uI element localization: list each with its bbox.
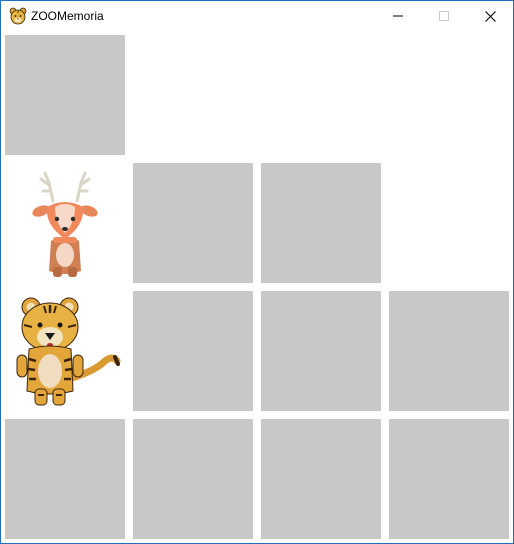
card-hidden[interactable] xyxy=(261,291,381,411)
minimize-button[interactable] xyxy=(375,1,421,31)
card-hidden[interactable] xyxy=(133,291,253,411)
app-window: ZOOMemoria xyxy=(0,0,514,544)
tiger-icon xyxy=(5,291,125,411)
card-slot-empty xyxy=(389,163,509,283)
card-hidden[interactable] xyxy=(133,419,253,539)
card-slot-empty xyxy=(133,35,253,155)
close-icon xyxy=(484,10,496,22)
card-slot-empty xyxy=(389,35,509,155)
card-hidden[interactable] xyxy=(261,419,381,539)
title-bar[interactable]: ZOOMemoria xyxy=(1,1,513,31)
card-hidden[interactable] xyxy=(389,291,509,411)
card-hidden[interactable] xyxy=(5,35,125,155)
maximize-icon xyxy=(439,11,449,21)
tiger-face-icon xyxy=(9,7,27,25)
minimize-icon xyxy=(393,11,403,21)
card-deer[interactable] xyxy=(5,163,125,283)
deer-icon xyxy=(5,163,125,283)
window-title: ZOOMemoria xyxy=(31,9,104,23)
card-hidden[interactable] xyxy=(389,419,509,539)
card-slot-empty xyxy=(261,35,381,155)
memory-board xyxy=(1,32,513,543)
maximize-button[interactable] xyxy=(421,1,467,31)
card-tiger[interactable] xyxy=(5,291,125,411)
close-button[interactable] xyxy=(467,1,513,31)
card-hidden[interactable] xyxy=(133,163,253,283)
card-hidden[interactable] xyxy=(261,163,381,283)
card-hidden[interactable] xyxy=(5,419,125,539)
